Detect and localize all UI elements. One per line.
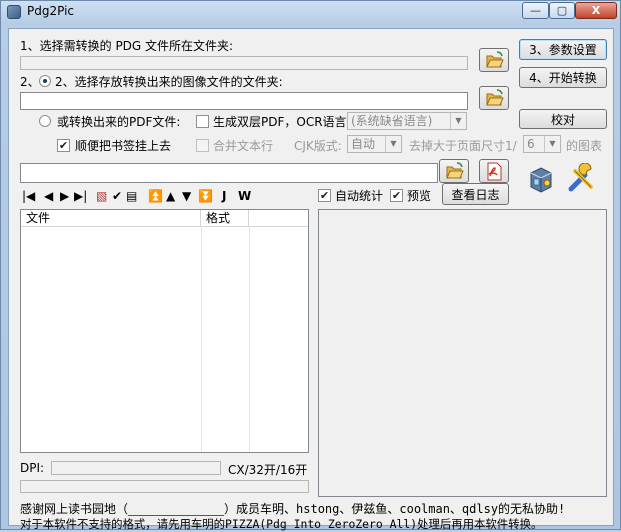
browse-pdf-button[interactable]	[439, 159, 469, 183]
next-icon[interactable]: ▶	[60, 189, 69, 203]
footer-thanks-suffix: ）成员车明、hstong、伊兹鱼、coolman、qdlsy的无私协助!	[224, 502, 566, 516]
server-config-icon[interactable]	[525, 163, 557, 195]
preview-checkbox[interactable]: ✔	[390, 189, 403, 202]
chevron-down-icon: ▼	[544, 136, 560, 152]
move-down-icon[interactable]: ▼	[182, 189, 191, 203]
settings-button[interactable]: 3、参数设置	[519, 39, 607, 60]
footer-thanks-prefix: 感谢网上读书园地（	[20, 502, 129, 516]
close-button[interactable]: X	[575, 2, 617, 19]
remove-larger-label: 去掉大于页面尺寸1/	[409, 139, 517, 153]
title-bar[interactable]: Pdg2Pic — ▢ X	[1, 1, 620, 23]
image-folder-radio[interactable]	[39, 75, 51, 87]
prev-icon[interactable]: ◀	[44, 189, 53, 203]
jump-icon[interactable]: J	[222, 189, 226, 203]
new-page-icon[interactable]: ▧	[96, 189, 107, 203]
merge-text-label: 合并文本行	[213, 139, 274, 153]
footer-link[interactable]: ________________	[128, 502, 224, 516]
first-icon[interactable]: |◀	[22, 189, 35, 203]
cjk-layout-select[interactable]: 自动 ▼	[347, 135, 402, 153]
move-top-icon[interactable]: ⏫	[148, 189, 163, 203]
figure-suffix-label: 的图表	[566, 139, 603, 153]
move-bottom-icon[interactable]: ⏬	[198, 189, 213, 203]
column-divider	[201, 227, 202, 452]
chevron-down-icon: ▼	[385, 136, 401, 152]
list-toolbar: |◀ ◀ ▶ ▶| ▧ ✔ ▤ ⏫ ▲ ▼ ⏬ J W	[20, 189, 316, 207]
auto-stats-label: 自动统计	[335, 189, 384, 203]
column-divider	[249, 227, 250, 452]
last-icon[interactable]: ▶|	[74, 189, 87, 203]
list-spacer	[20, 453, 309, 459]
browse-pdg-folder-button[interactable]	[479, 48, 509, 72]
cjk-label: CJK版式:	[294, 139, 342, 153]
browse-image-folder-button[interactable]	[479, 86, 509, 110]
wrap-icon[interactable]: W	[238, 189, 251, 203]
progress-bar	[20, 480, 309, 493]
export-icon[interactable]: ▤	[126, 189, 137, 203]
check-icon[interactable]: ✔	[112, 189, 122, 203]
chevron-down-icon: ▼	[450, 113, 466, 129]
open-folder-icon	[486, 89, 504, 106]
page-size-label: CX/32开/16开	[228, 463, 308, 477]
footer-thanks: 感谢网上读书园地（________________）成员车明、hstong、伊兹…	[20, 500, 565, 517]
start-convert-button[interactable]: 4、开始转换	[519, 67, 607, 88]
open-folder-icon	[486, 51, 504, 68]
dual-layer-checkbox[interactable]	[196, 115, 209, 128]
open-folder-icon	[446, 162, 464, 179]
ocr-language-value: (系统缺省语言)	[351, 114, 433, 128]
cjk-layout-value: 自动	[351, 137, 376, 151]
proofread-button[interactable]: 校对	[519, 109, 607, 129]
column-header-format[interactable]: 格式	[201, 210, 249, 227]
pdf-icon	[487, 162, 502, 181]
pdf-file-input[interactable]	[20, 163, 438, 183]
bookmark-label: 顺便把书签挂上去	[75, 139, 172, 153]
dual-layer-label: 生成双层PDF，OCR语言:	[213, 115, 351, 129]
tools-icon[interactable]	[565, 162, 599, 195]
app-icon	[7, 5, 21, 19]
maximize-button[interactable]: ▢	[549, 2, 575, 19]
open-pdf-button[interactable]	[479, 159, 509, 183]
merge-text-checkbox[interactable]	[196, 139, 209, 152]
bookmark-checkbox[interactable]: ✔	[57, 139, 70, 152]
step1-label: 1、选择需转换的 PDG 文件所在文件夹:	[20, 39, 234, 53]
view-log-button[interactable]: 查看日志	[442, 183, 509, 205]
page-fraction-value: 6	[527, 137, 535, 151]
main-panel: 1、选择需转换的 PDG 文件所在文件夹: 3、参数设置 2、 2、选择存放转换…	[8, 28, 614, 531]
preview-panel	[318, 209, 607, 497]
column-header-blank	[249, 210, 308, 227]
dpi-label: DPI:	[20, 461, 45, 475]
pdf-output-label: 或转换出来的PDF文件:	[57, 115, 181, 129]
pdg-folder-input[interactable]	[20, 56, 468, 70]
preview-label: 预览	[407, 189, 432, 203]
step2-label: 2、选择存放转换出来的图像文件的文件夹:	[55, 75, 283, 89]
auto-stats-checkbox[interactable]: ✔	[318, 189, 331, 202]
column-header-file[interactable]: 文件	[21, 210, 201, 227]
window-title: Pdg2Pic	[27, 4, 75, 18]
ocr-language-select[interactable]: (系统缺省语言) ▼	[347, 112, 467, 130]
page-fraction-select[interactable]: 6 ▼	[523, 135, 561, 153]
app-window: Pdg2Pic — ▢ X 1、选择需转换的 PDG 文件所在文件夹: 3、参数…	[0, 0, 621, 531]
move-up-icon[interactable]: ▲	[166, 189, 175, 203]
pdf-output-radio[interactable]	[39, 115, 51, 127]
file-table[interactable]: 文件 格式	[20, 209, 309, 453]
image-folder-input[interactable]	[20, 92, 468, 110]
dpi-field	[51, 461, 221, 475]
minimize-button[interactable]: —	[522, 2, 549, 19]
step2-label-prefix: 2、	[20, 75, 40, 89]
